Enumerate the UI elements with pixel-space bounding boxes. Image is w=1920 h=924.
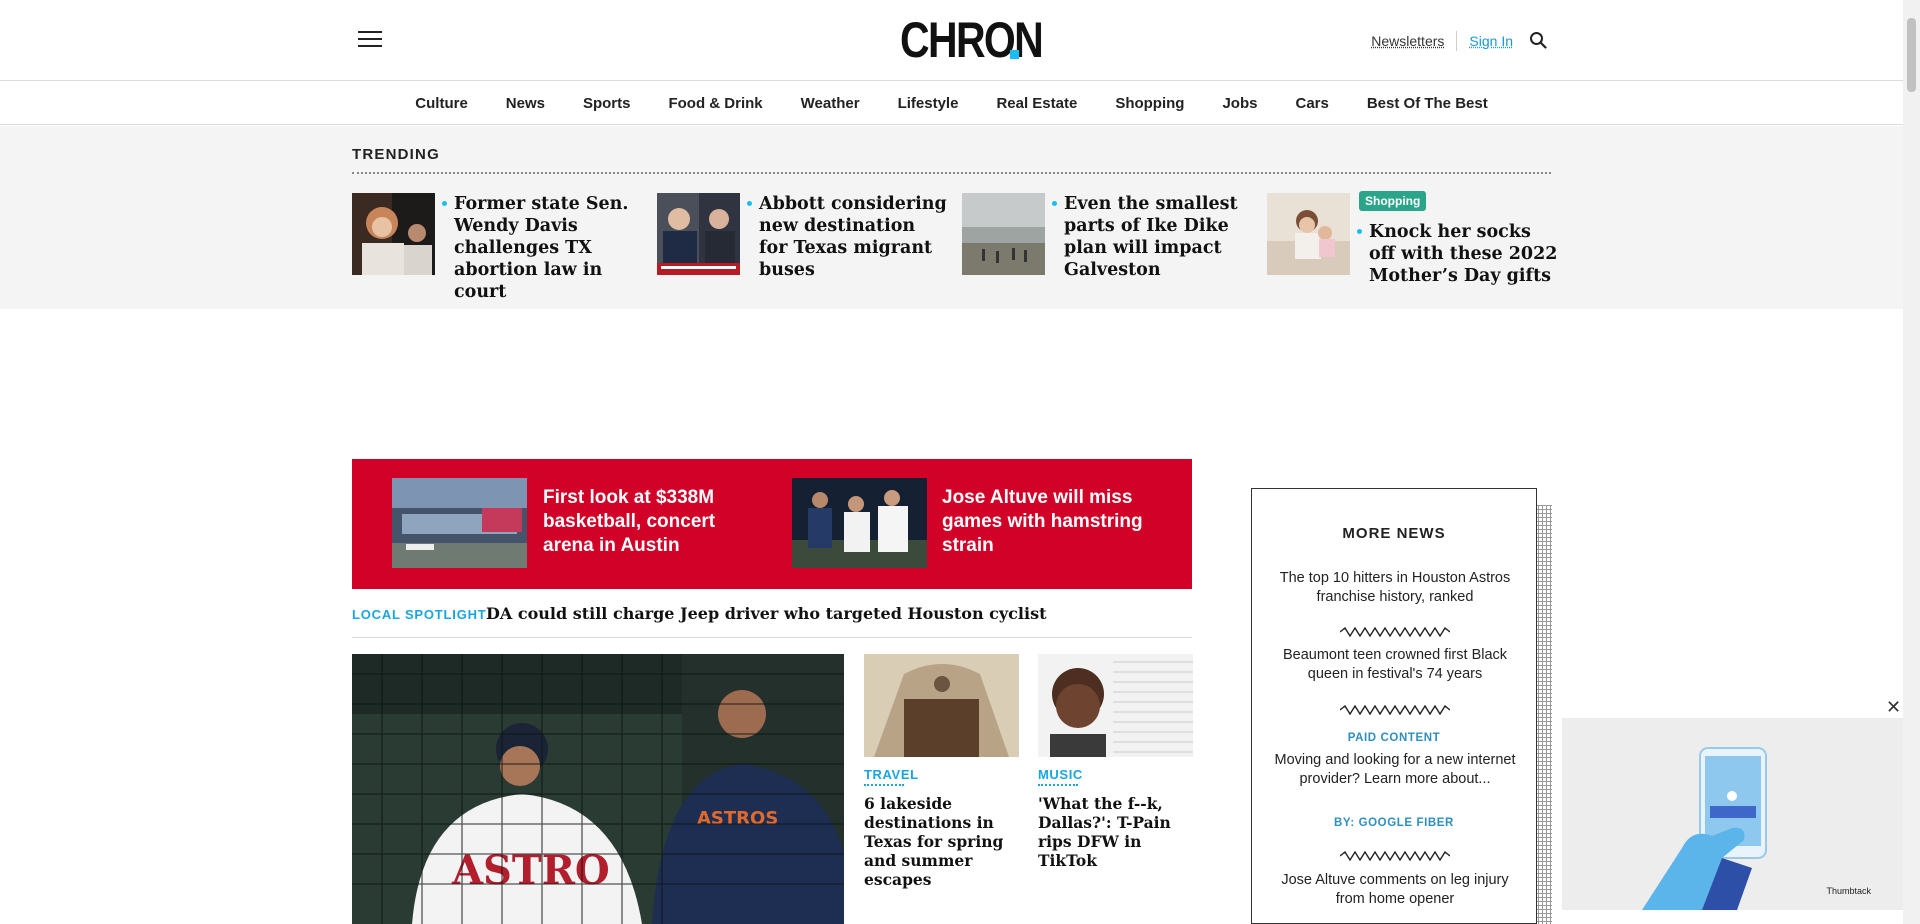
lead-story-image[interactable]: ASTRO ASTROS: [352, 654, 844, 924]
trending-bullet: [747, 201, 752, 206]
promo-thumbnail-arena[interactable]: [392, 478, 527, 568]
nav-item-real-estate[interactable]: Real Estate: [996, 95, 1077, 112]
more-news-box: MORE NEWS The top 10 hitters in Houston …: [1251, 488, 1537, 924]
nav-item-food-drink[interactable]: Food & Drink: [668, 95, 762, 112]
promo-headline[interactable]: Jose Altuve will miss games with hamstri…: [942, 486, 1152, 558]
story-card-title[interactable]: 6 lakeside destinations in Texas for spr…: [864, 794, 1019, 889]
newsletters-link[interactable]: Newsletters: [1371, 33, 1444, 49]
nav-item-lifestyle[interactable]: Lifestyle: [898, 95, 959, 112]
trending-thumbnail[interactable]: [1267, 193, 1350, 275]
promo-thumbnail-altuve[interactable]: [792, 478, 927, 568]
nav-item-weather[interactable]: Weather: [801, 95, 860, 112]
nav-item-culture[interactable]: Culture: [415, 95, 468, 112]
trending-title: TRENDING: [352, 146, 440, 163]
local-spotlight-label: LOCAL SPOTLIGHT: [352, 607, 487, 622]
video-ad[interactable]: Thumbtack: [1562, 718, 1903, 910]
trending-thumbnail[interactable]: [657, 193, 740, 275]
story-card-title[interactable]: 'What the f--k, Dallas?': T-Pain rips DF…: [1038, 794, 1193, 870]
main-nav: Culture News Sports Food & Drink Weather…: [0, 82, 1903, 125]
sign-in-link[interactable]: Sign In: [1469, 33, 1513, 49]
header-links: Newsletters Sign In: [1371, 31, 1513, 51]
wave-divider: [1340, 705, 1450, 715]
trending-headline[interactable]: Former state Sen. Wendy Davis challenges…: [454, 193, 644, 303]
story-card-image[interactable]: [1038, 654, 1193, 757]
logo-dot: [1010, 50, 1019, 59]
wave-divider: [1340, 627, 1450, 637]
trending-bullet: [442, 201, 447, 206]
category-underline: [864, 784, 904, 786]
site-header: CHRON Newsletters Sign In: [0, 0, 1903, 81]
trending-headline[interactable]: Knock her socks off with these 2022 Moth…: [1369, 221, 1559, 287]
story-card[interactable]: MUSIC 'What the f--k, Dallas?': T-Pain r…: [1038, 654, 1193, 870]
header-divider: [1456, 31, 1458, 51]
story-card-category[interactable]: TRAVEL: [864, 767, 1019, 782]
search-icon[interactable]: [1529, 31, 1547, 49]
more-news-item[interactable]: The top 10 hitters in Houston Astros fra…: [1270, 569, 1520, 607]
trending-headline[interactable]: Abbott considering new destination for T…: [759, 193, 949, 281]
trending-thumbnail[interactable]: [962, 193, 1045, 275]
trending-section: TRENDING Former state Sen. Wendy Davis c…: [0, 126, 1903, 309]
paid-content-label: PAID CONTENT: [1347, 732, 1441, 744]
story-card-category[interactable]: MUSIC: [1038, 767, 1193, 782]
trending-divider: [352, 172, 1551, 174]
more-news-title: MORE NEWS: [1342, 525, 1446, 542]
scrollbar-thumb[interactable]: [1907, 18, 1916, 92]
story-card-image[interactable]: [864, 654, 1019, 757]
chron-logo[interactable]: CHRON: [900, 12, 1044, 68]
nav-item-best-of-the-best[interactable]: Best Of The Best: [1367, 95, 1488, 112]
ad-illustration: [1642, 747, 1767, 910]
svg-text:ASTROS: ASTROS: [697, 808, 778, 829]
more-news-item[interactable]: Beaumont teen crowned first Black queen …: [1270, 646, 1520, 684]
story-card[interactable]: TRAVEL 6 lakeside destinations in Texas …: [864, 654, 1019, 889]
wave-divider: [1340, 851, 1450, 861]
spotlight-divider: [352, 637, 1192, 638]
ad-brand-label: Thumbtack: [1826, 886, 1871, 896]
local-spotlight-headline[interactable]: DA could still charge Jeep driver who ta…: [486, 604, 1046, 623]
ad-close-icon[interactable]: ✕: [1886, 697, 1901, 718]
category-underline: [1038, 784, 1078, 786]
page-scrollbar[interactable]: [1903, 0, 1920, 924]
nav-item-shopping[interactable]: Shopping: [1115, 95, 1184, 112]
hamburger-menu-icon[interactable]: [358, 31, 382, 49]
paid-content-sponsor: BY: GOOGLE FIBER: [1334, 817, 1454, 829]
trending-bullet: [1357, 229, 1362, 234]
featured-promo-banner: First look at $338M basketball, concert …: [352, 459, 1192, 589]
nav-item-jobs[interactable]: Jobs: [1222, 95, 1257, 112]
trending-thumbnail[interactable]: [352, 193, 435, 275]
trending-headline[interactable]: Even the smallest parts of Ike Dike plan…: [1064, 193, 1254, 281]
nav-item-cars[interactable]: Cars: [1295, 95, 1328, 112]
nav-item-news[interactable]: News: [506, 95, 545, 112]
paid-content-item[interactable]: Moving and looking for a new internet pr…: [1270, 751, 1520, 789]
more-news-item[interactable]: Jose Altuve comments on leg injury from …: [1270, 871, 1520, 909]
nav-item-sports[interactable]: Sports: [583, 95, 631, 112]
promo-headline[interactable]: First look at $338M basketball, concert …: [543, 486, 753, 558]
shopping-badge[interactable]: Shopping: [1359, 191, 1427, 211]
trending-bullet: [1052, 201, 1057, 206]
